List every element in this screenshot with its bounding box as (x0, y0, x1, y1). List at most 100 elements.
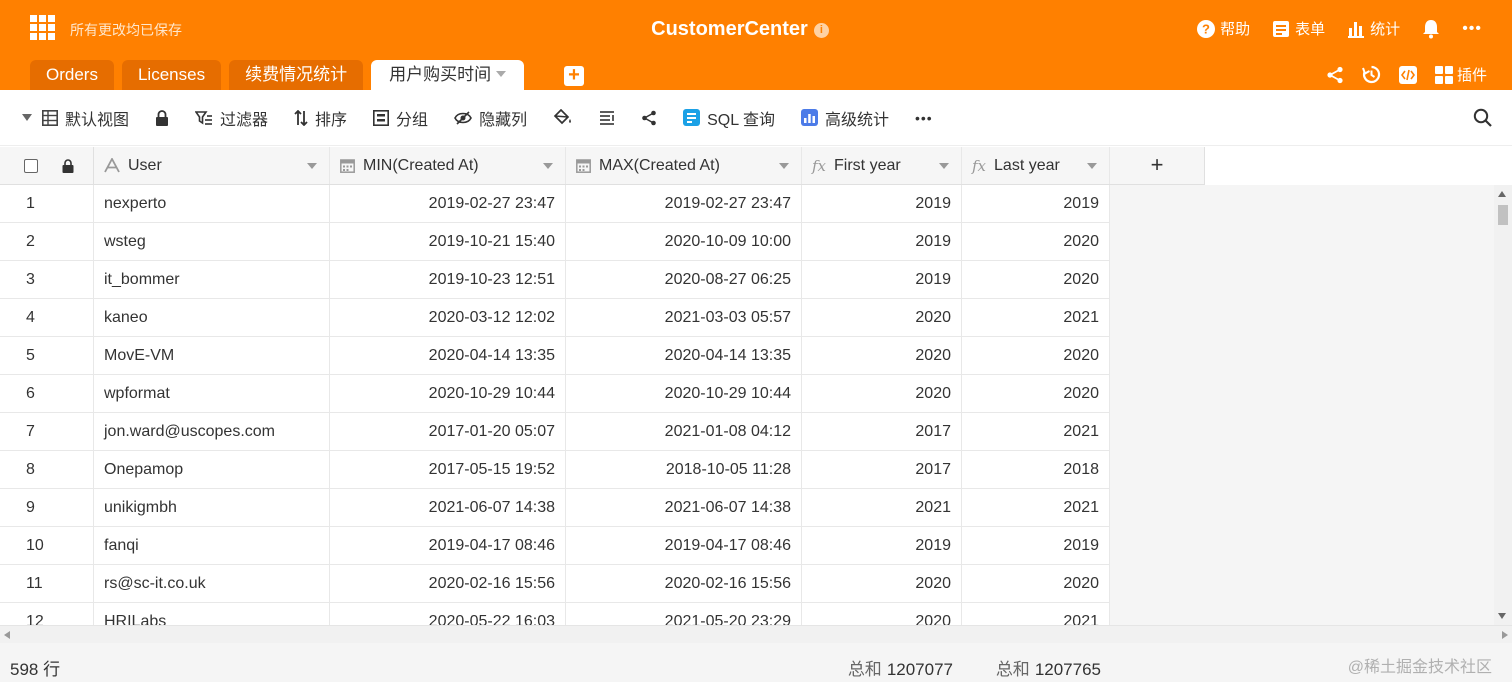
cell-last-year[interactable]: 2019 (962, 185, 1110, 222)
cell-user[interactable]: nexperto (94, 185, 330, 222)
hide-columns-button[interactable]: 隐藏列 (454, 106, 527, 130)
column-header-user[interactable]: User (94, 147, 330, 184)
cell-min-created[interactable]: 2020-04-14 13:35 (330, 337, 566, 374)
share-button[interactable] (1326, 66, 1344, 84)
cell-min-created[interactable]: 2017-05-15 19:52 (330, 451, 566, 488)
cell-first-year[interactable]: 2021 (802, 489, 962, 526)
cell-first-year[interactable]: 2020 (802, 375, 962, 412)
scroll-right-icon[interactable] (1502, 631, 1508, 639)
more-menu-button[interactable]: ••• (1462, 20, 1482, 38)
tab-orders[interactable]: Orders (30, 60, 114, 90)
cell-max-created[interactable]: 2020-10-29 10:44 (566, 375, 802, 412)
cell-min-created[interactable]: 2020-05-22 16:03 (330, 603, 566, 625)
column-header-min-created[interactable]: MIN(Created At) (330, 147, 566, 184)
scrollbar-thumb[interactable] (1498, 205, 1508, 225)
cell-last-year[interactable]: 2020 (962, 223, 1110, 260)
add-column-button[interactable]: + (1110, 147, 1205, 185)
cell-user[interactable]: jon.ward@uscopes.com (94, 413, 330, 450)
cell-min-created[interactable]: 2020-10-29 10:44 (330, 375, 566, 412)
cell-user[interactable]: kaneo (94, 299, 330, 336)
table-row[interactable]: 7 jon.ward@uscopes.com 2017-01-20 05:07 202… (0, 413, 1110, 451)
cell-max-created[interactable]: 2021-05-20 23:29 (566, 603, 802, 625)
app-grid-icon[interactable] (30, 15, 55, 40)
toolbar-more-button[interactable]: ••• (915, 110, 933, 126)
cell-first-year[interactable]: 2019 (802, 223, 962, 260)
last-year-sum[interactable]: 总和 1207765 (996, 655, 1101, 680)
table-row[interactable]: 12 HRILabs 2020-05-22 16:03 2021-05-20 23:2… (0, 603, 1110, 625)
info-icon[interactable]: i (813, 23, 829, 38)
first-year-sum[interactable]: 总和 1207077 (848, 655, 953, 680)
cell-max-created[interactable]: 2020-02-16 15:56 (566, 565, 802, 602)
column-menu-icon[interactable] (939, 162, 949, 169)
cell-min-created[interactable]: 2020-03-12 12:02 (330, 299, 566, 336)
column-menu-icon[interactable] (307, 162, 317, 169)
share-view-button[interactable] (641, 110, 657, 126)
cell-last-year[interactable]: 2021 (962, 603, 1110, 625)
column-menu-icon[interactable] (779, 162, 789, 169)
cell-last-year[interactable]: 2018 (962, 451, 1110, 488)
view-selector[interactable]: 默认视图 (42, 106, 129, 130)
notifications-button[interactable] (1422, 19, 1440, 39)
cell-last-year[interactable]: 2020 (962, 261, 1110, 298)
table-row[interactable]: 6 wpformat 2020-10-29 10:44 2020-10-29 10:4… (0, 375, 1110, 413)
cell-min-created[interactable]: 2019-10-23 12:51 (330, 261, 566, 298)
sort-button[interactable]: 排序 (294, 106, 347, 130)
cell-max-created[interactable]: 2021-01-08 04:12 (566, 413, 802, 450)
cell-max-created[interactable]: 2019-02-27 23:47 (566, 185, 802, 222)
cell-last-year[interactable]: 2020 (962, 375, 1110, 412)
scroll-up-icon[interactable] (1498, 191, 1506, 197)
table-row[interactable]: 2 wsteg 2019-10-21 15:40 2020-10-09 10:00 20… (0, 223, 1110, 261)
table-row[interactable]: 1 nexperto 2019-02-27 23:47 2019-02-27 23:4… (0, 185, 1110, 223)
add-table-button[interactable]: + (564, 65, 584, 86)
table-row[interactable]: 3 it_bommer 2019-10-23 12:51 2020-08-27 06:… (0, 261, 1110, 299)
column-header-last-year[interactable]: fx Last year (962, 147, 1110, 184)
tab-renewal-stats[interactable]: 续费情况统计 (229, 60, 364, 90)
table-row[interactable]: 8 Onepamop 2017-05-15 19:52 2018-10-05 11:2… (0, 451, 1110, 489)
table-row[interactable]: 9 unikigmbh 2021-06-07 14:38 2021-06-07 14:… (0, 489, 1110, 527)
tab-licenses[interactable]: Licenses (121, 60, 222, 90)
column-menu-icon[interactable] (543, 162, 553, 169)
horizontal-scrollbar[interactable] (0, 625, 1512, 643)
cell-user[interactable]: Onepamop (94, 451, 330, 488)
scroll-left-icon[interactable] (4, 631, 10, 639)
cell-min-created[interactable]: 2019-10-21 15:40 (330, 223, 566, 260)
stats-button[interactable]: 统计 (1347, 18, 1400, 39)
cell-first-year[interactable]: 2017 (802, 451, 962, 488)
table-row[interactable]: 5 MovE-VM 2020-04-14 13:35 2020-04-14 13:35… (0, 337, 1110, 375)
tab-dropdown-icon[interactable] (496, 71, 507, 77)
cell-user[interactable]: unikigmbh (94, 489, 330, 526)
form-button[interactable]: 表单 (1272, 18, 1325, 39)
cell-last-year[interactable]: 2021 (962, 413, 1110, 450)
cell-first-year[interactable]: 2020 (802, 299, 962, 336)
cell-max-created[interactable]: 2021-06-07 14:38 (566, 489, 802, 526)
cell-user[interactable]: HRILabs (94, 603, 330, 625)
cell-user[interactable]: fanqi (94, 527, 330, 564)
cell-last-year[interactable]: 2019 (962, 527, 1110, 564)
views-toggle-icon[interactable] (22, 114, 32, 121)
lock-view-button[interactable] (155, 109, 169, 126)
cell-user[interactable]: wsteg (94, 223, 330, 260)
cell-first-year[interactable]: 2020 (802, 565, 962, 602)
scroll-down-icon[interactable] (1498, 613, 1506, 619)
cell-max-created[interactable]: 2020-10-09 10:00 (566, 223, 802, 260)
cell-min-created[interactable]: 2020-02-16 15:56 (330, 565, 566, 602)
cell-last-year[interactable]: 2020 (962, 337, 1110, 374)
cell-min-created[interactable]: 2019-02-27 23:47 (330, 185, 566, 222)
cell-min-created[interactable]: 2019-04-17 08:46 (330, 527, 566, 564)
table-row[interactable]: 11 rs@sc-it.co.uk 2020-02-16 15:56 2020-02-… (0, 565, 1110, 603)
cell-first-year[interactable]: 2020 (802, 603, 962, 625)
history-button[interactable] (1362, 65, 1381, 84)
table-row[interactable]: 4 kaneo 2020-03-12 12:02 2021-03-03 05:57 20… (0, 299, 1110, 337)
cell-last-year[interactable]: 2020 (962, 565, 1110, 602)
row-color-button[interactable] (553, 108, 573, 127)
script-button[interactable] (1398, 65, 1417, 84)
cell-first-year[interactable]: 2017 (802, 413, 962, 450)
advanced-stats-button[interactable]: 高级统计 (800, 106, 889, 130)
cell-user[interactable]: rs@sc-it.co.uk (94, 565, 330, 602)
help-button[interactable]: ? 帮助 (1197, 18, 1250, 39)
column-header-max-created[interactable]: MAX(Created At) (566, 147, 802, 184)
cell-max-created[interactable]: 2021-03-03 05:57 (566, 299, 802, 336)
filter-button[interactable]: 过滤器 (195, 106, 268, 130)
select-all-checkbox[interactable] (24, 158, 38, 173)
column-header-first-year[interactable]: fx First year (802, 147, 962, 184)
